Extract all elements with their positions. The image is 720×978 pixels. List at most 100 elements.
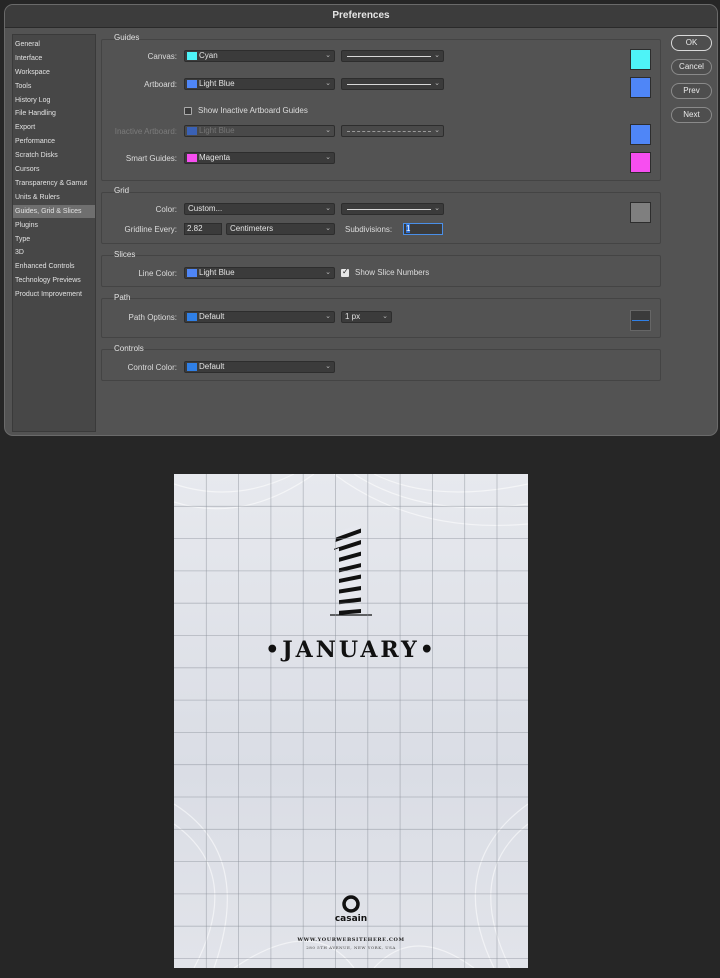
preferences-dialog: Preferences General Interface Workspace …	[4, 4, 718, 436]
sidebar-item-guides-grid-slices[interactable]: Guides, Grid & Slices	[13, 205, 95, 218]
inactive-artboard-color-value: Light Blue	[199, 126, 235, 135]
chevron-down-icon: ⌄	[325, 205, 331, 212]
path-color-value: Default	[199, 312, 225, 321]
canvas-color-swatch[interactable]	[630, 49, 651, 70]
dialog-title: Preferences	[332, 10, 390, 21]
show-slice-numbers-checkbox[interactable]	[341, 267, 349, 277]
path-preview-swatch	[630, 310, 651, 331]
path-width-dropdown[interactable]: 1 px ⌄	[341, 311, 392, 323]
chevron-down-icon: ⌄	[325, 313, 331, 320]
sidebar-item-general[interactable]: General	[13, 38, 95, 51]
control-color-label: Control Color:	[127, 363, 177, 372]
sidebar-item-3d[interactable]: 3D	[13, 246, 95, 259]
sidebar-item-plugins[interactable]: Plugins	[13, 219, 95, 232]
sidebar-item-product-improvement[interactable]: Product Improvement	[13, 288, 95, 301]
website-text: WWW.YOURWEBSITEHERE.COM	[297, 937, 405, 943]
inactive-artboard-color-dropdown[interactable]: Light Blue ⌄	[184, 125, 335, 137]
grid-color-label: Color:	[155, 205, 177, 214]
chevron-down-icon: ⌄	[382, 313, 388, 320]
inactive-artboard-color-swatch[interactable]	[630, 124, 651, 145]
light-blue-swatch-icon	[187, 269, 197, 277]
month-title: •JANUARY•	[265, 637, 437, 663]
magenta-swatch-icon	[187, 154, 197, 162]
subdivisions-value: 1	[406, 224, 411, 233]
ok-button[interactable]: OK	[671, 35, 712, 51]
cancel-button[interactable]: Cancel	[671, 59, 712, 75]
grid-color-value: Custom...	[188, 204, 223, 213]
sidebar-item-scratch-disks[interactable]: Scratch Disks	[13, 149, 95, 162]
blue-swatch-icon	[187, 363, 197, 371]
sidebar-item-units-rulers[interactable]: Units & Rulers	[13, 191, 95, 204]
grid-title: Grid	[114, 186, 130, 195]
chevron-down-icon: ⌄	[325, 154, 331, 161]
subdivisions-input[interactable]: 1	[403, 223, 443, 235]
show-inactive-artboard-label: Show Inactive Artboard Guides	[198, 106, 308, 115]
sidebar-item-tools[interactable]: Tools	[13, 80, 95, 93]
artboard-color-dropdown[interactable]: Light Blue ⌄	[184, 78, 335, 90]
guides-title: Guides	[114, 33, 140, 42]
cyan-swatch-icon	[187, 52, 197, 60]
sidebar-item-technology-previews[interactable]: Technology Previews	[13, 274, 95, 287]
sidebar-item-cursors[interactable]: Cursors	[13, 163, 95, 176]
number-one-graphic	[334, 524, 361, 615]
control-color-dropdown[interactable]: Default ⌄	[184, 361, 335, 373]
path-color-dropdown[interactable]: Default ⌄	[184, 311, 335, 323]
grid-color-swatch[interactable]	[630, 202, 651, 223]
sidebar-item-type[interactable]: Type	[13, 233, 95, 246]
slice-line-color-dropdown[interactable]: Light Blue ⌄	[184, 267, 335, 279]
light-blue-swatch-icon	[187, 80, 197, 88]
artboard-line-style-dropdown[interactable]: ⌄	[341, 78, 444, 90]
sidebar-item-interface[interactable]: Interface	[13, 52, 95, 65]
chevron-down-icon: ⌄	[434, 127, 440, 134]
artboard-color-swatch[interactable]	[630, 77, 651, 98]
chevron-down-icon: ⌄	[434, 52, 440, 59]
sidebar-item-history-log[interactable]: History Log	[13, 94, 95, 107]
sidebar-item-transparency-gamut[interactable]: Transparency & Gamut	[13, 177, 95, 190]
solid-line-icon	[347, 56, 431, 57]
address-text: 280 5TH AVENUE, NEW YORK, USA	[306, 945, 396, 950]
sidebar-item-file-handling[interactable]: File Handling	[13, 107, 95, 120]
subdivisions-label: Subdivisions:	[345, 225, 393, 234]
gridline-units-dropdown[interactable]: Centimeters ⌄	[226, 223, 335, 235]
path-title: Path	[114, 293, 131, 302]
gridline-units-value: Centimeters	[230, 224, 274, 233]
slice-line-color-value: Light Blue	[199, 268, 235, 277]
chevron-down-icon: ⌄	[325, 363, 331, 370]
inactive-artboard-line-style-dropdown[interactable]: ⌄	[341, 125, 444, 137]
canvas-label: Canvas:	[147, 52, 177, 61]
smart-guides-color-swatch[interactable]	[630, 152, 651, 173]
solid-line-icon	[347, 209, 431, 210]
show-inactive-artboard-checkbox[interactable]	[184, 107, 192, 115]
artboard-label: Artboard:	[144, 80, 177, 89]
next-button[interactable]: Next	[671, 107, 712, 123]
grid-color-dropdown[interactable]: Custom... ⌄	[184, 203, 335, 215]
gridline-every-label: Gridline Every:	[124, 225, 177, 234]
gridline-every-input[interactable]: 2.82	[184, 223, 222, 235]
sidebar-item-workspace[interactable]: Workspace	[13, 66, 95, 79]
canvas-line-style-dropdown[interactable]: ⌄	[341, 50, 444, 62]
chevron-down-icon: ⌄	[325, 52, 331, 59]
grid-group	[101, 192, 661, 244]
control-color-value: Default	[199, 362, 225, 371]
smart-guides-color-dropdown[interactable]: Magenta ⌄	[184, 152, 335, 164]
chevron-down-icon: ⌄	[434, 80, 440, 87]
sidebar-item-export[interactable]: Export	[13, 121, 95, 134]
smart-guides-label: Smart Guides:	[125, 154, 177, 163]
grid-line-style-dropdown[interactable]: ⌄	[341, 203, 444, 215]
chevron-down-icon: ⌄	[325, 127, 331, 134]
chevron-down-icon: ⌄	[325, 225, 331, 232]
dashed-line-icon	[347, 131, 431, 132]
brand-name: casain	[334, 914, 368, 924]
inactive-artboard-label: Inactive Artboard:	[114, 127, 177, 136]
line-color-label: Line Color:	[138, 269, 177, 278]
show-slice-numbers-label: Show Slice Numbers	[355, 268, 430, 277]
sidebar-item-enhanced-controls[interactable]: Enhanced Controls	[13, 260, 95, 273]
sidebar-item-performance[interactable]: Performance	[13, 135, 95, 148]
light-blue-swatch-icon	[187, 127, 197, 135]
canvas-color-dropdown[interactable]: Cyan ⌄	[184, 50, 335, 62]
path-width-value: 1 px	[345, 312, 361, 321]
artboard-color-value: Light Blue	[199, 79, 235, 88]
prev-button[interactable]: Prev	[671, 83, 712, 99]
preferences-sidebar: General Interface Workspace Tools Histor…	[12, 34, 96, 432]
document-canvas[interactable]: •JANUARY• casain WWW.YOURWEBSITEHERE.COM…	[174, 474, 528, 968]
